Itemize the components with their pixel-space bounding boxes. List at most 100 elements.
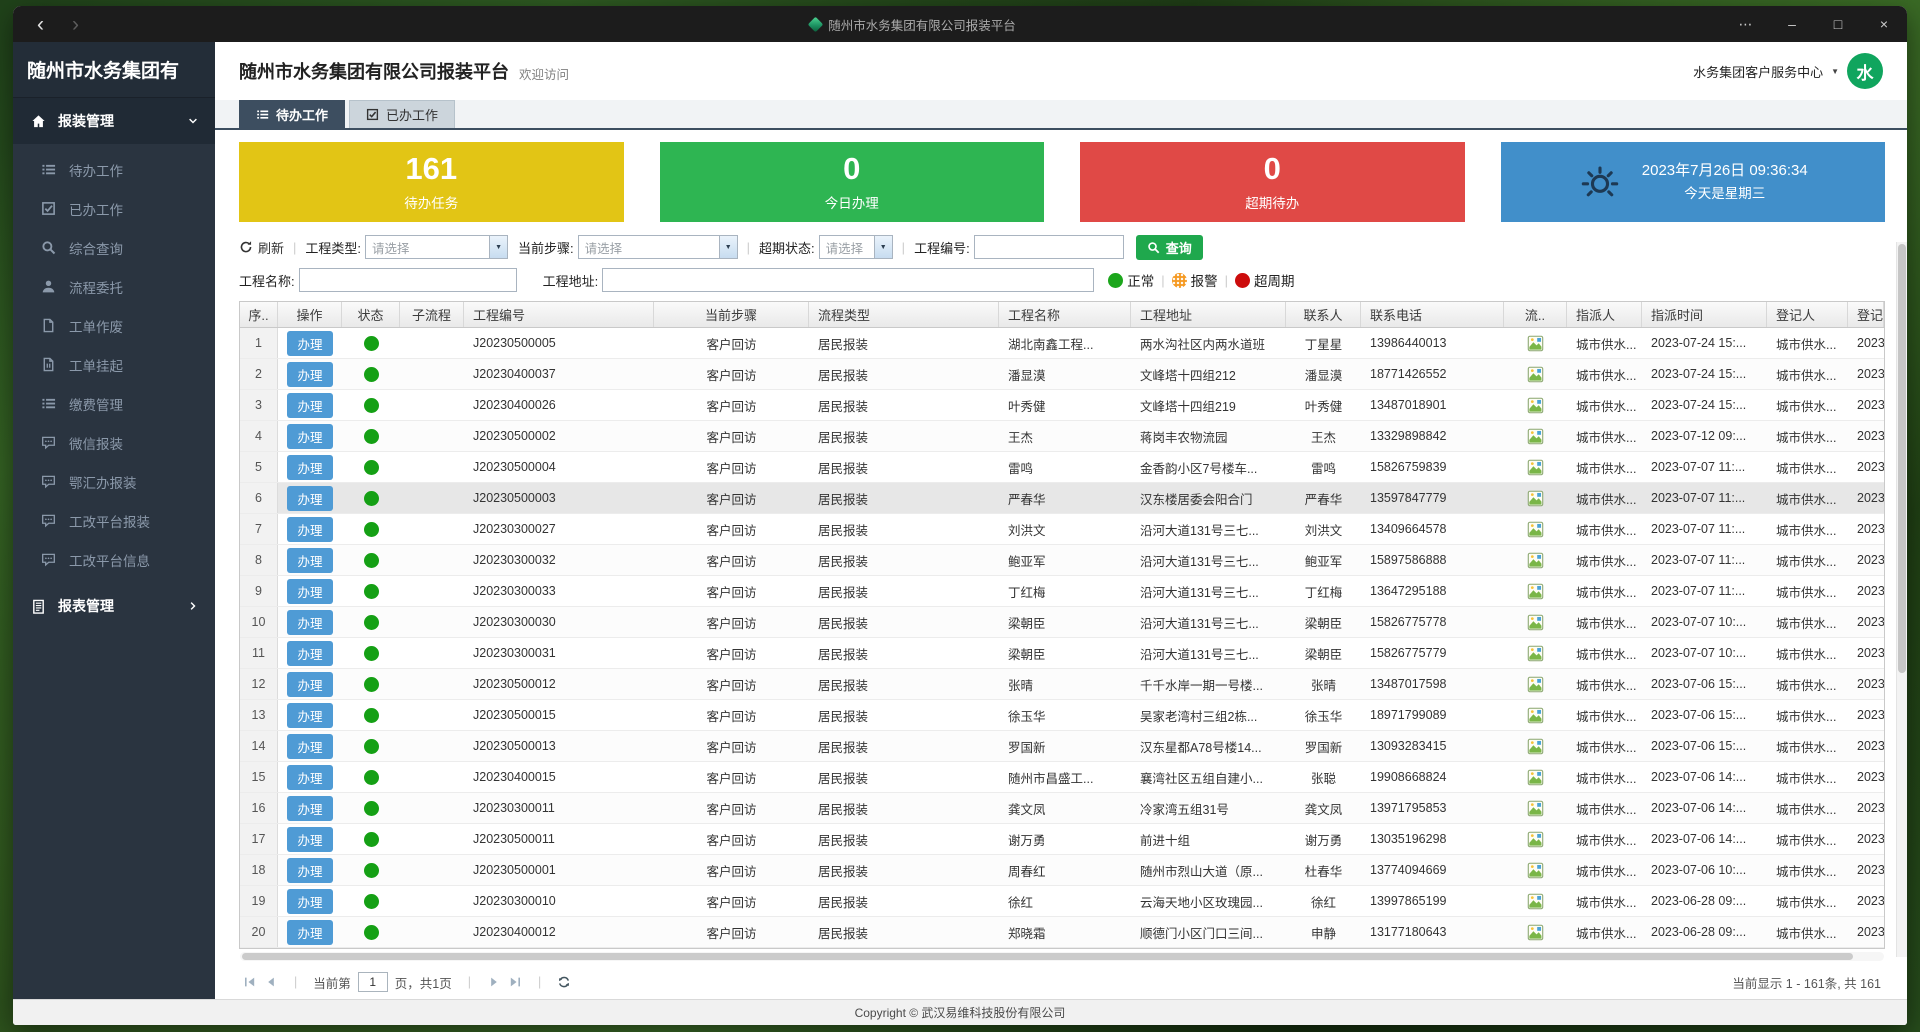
reload-icon[interactable]: [557, 975, 571, 989]
handle-button[interactable]: 办理: [287, 610, 332, 635]
column-header[interactable]: 流程类型: [809, 302, 999, 327]
sidebar-item-void-order[interactable]: 工单作废: [13, 306, 215, 345]
back-icon[interactable]: ‹: [37, 14, 44, 35]
flow-chart-icon[interactable]: [1527, 335, 1544, 352]
flow-chart-icon[interactable]: [1527, 521, 1544, 538]
flow-chart-icon[interactable]: [1527, 893, 1544, 910]
flow-chart-icon[interactable]: [1527, 645, 1544, 662]
column-header[interactable]: 当前步骤: [654, 302, 809, 327]
sidebar-item-ehuiban-install[interactable]: 鄂汇办报装: [13, 462, 215, 501]
column-header[interactable]: 工程编号: [464, 302, 654, 327]
flow-chart-icon[interactable]: [1527, 862, 1544, 879]
sidebar-item-gonggai-install[interactable]: 工改平台报装: [13, 501, 215, 540]
table-row[interactable]: 9办理J20230300033客户回访居民报装丁红梅沿河大道131号三七...丁…: [240, 576, 1884, 607]
handle-button[interactable]: 办理: [287, 362, 332, 387]
flow-chart-icon[interactable]: [1527, 397, 1544, 414]
sidebar-item-gonggai-info[interactable]: 工改平台信息: [13, 540, 215, 579]
table-row[interactable]: 8办理J20230300032客户回访居民报装鲍亚军沿河大道131号三七...鲍…: [240, 545, 1884, 576]
table-row[interactable]: 13办理J20230500015客户回访居民报装徐玉华吴家老湾村三组2栋...徐…: [240, 700, 1884, 731]
column-header[interactable]: 指派人: [1567, 302, 1642, 327]
table-row[interactable]: 12办理J20230500012客户回访居民报装张晴千千水岸一期一号楼...张晴…: [240, 669, 1884, 700]
flow-chart-icon[interactable]: [1527, 428, 1544, 445]
table-row[interactable]: 6办理J20230500003客户回访居民报装严春华汉东楼居委会阳合门严春华13…: [240, 483, 1884, 514]
sidebar-item-wechat-install[interactable]: 微信报装: [13, 423, 215, 462]
flow-chart-icon[interactable]: [1527, 459, 1544, 476]
stat-pending-tasks[interactable]: 161 待办任务: [239, 142, 624, 222]
avatar[interactable]: 水: [1847, 53, 1883, 89]
project-no-input[interactable]: [974, 235, 1124, 259]
flow-chart-icon[interactable]: [1527, 583, 1544, 600]
close-icon[interactable]: ×: [1861, 6, 1907, 42]
page-number-input[interactable]: [358, 972, 388, 992]
handle-button[interactable]: 办理: [287, 827, 332, 852]
column-header[interactable]: 工程名称: [999, 302, 1131, 327]
column-header[interactable]: 联系人: [1286, 302, 1361, 327]
project-name-input[interactable]: [299, 268, 517, 292]
scrollbar-thumb[interactable]: [1898, 244, 1906, 673]
stat-overdue-pending[interactable]: 0 超期待办: [1080, 142, 1465, 222]
column-header[interactable]: 登记人: [1767, 302, 1848, 327]
flow-chart-icon[interactable]: [1527, 614, 1544, 631]
column-header[interactable]: 子流程: [400, 302, 464, 327]
forward-icon[interactable]: ›: [72, 14, 79, 35]
table-row[interactable]: 2办理J20230400037客户回访居民报装潘显漠文峰塔十四组212潘显漠18…: [240, 359, 1884, 390]
column-header[interactable]: 操作: [278, 302, 342, 327]
current-step-select[interactable]: 请选择 ▼: [578, 235, 738, 259]
handle-button[interactable]: 办理: [287, 796, 332, 821]
handle-button[interactable]: 办理: [287, 517, 332, 542]
flow-chart-icon[interactable]: [1527, 676, 1544, 693]
flow-chart-icon[interactable]: [1527, 552, 1544, 569]
column-header[interactable]: 序..: [240, 302, 278, 327]
handle-button[interactable]: 办理: [287, 858, 332, 883]
sidebar-item-reports[interactable]: 报表管理: [13, 585, 215, 627]
column-header[interactable]: 工程地址: [1131, 302, 1286, 327]
flow-chart-icon[interactable]: [1527, 769, 1544, 786]
handle-button[interactable]: 办理: [287, 455, 332, 480]
table-row[interactable]: 20办理J20230400012客户回访居民报装郑晓霜顺德门小区门口三间...申…: [240, 917, 1884, 948]
table-row[interactable]: 19办理J20230300010客户回访居民报装徐红云海天地小区玫瑰园...徐红…: [240, 886, 1884, 917]
project-addr-input[interactable]: [602, 268, 1094, 292]
table-row[interactable]: 11办理J20230300031客户回访居民报装梁朝臣沿河大道131号三七...…: [240, 638, 1884, 669]
combo-arrow-icon[interactable]: ▼: [489, 236, 507, 258]
table-row[interactable]: 10办理J20230300030客户回访居民报装梁朝臣沿河大道131号三七...…: [240, 607, 1884, 638]
column-header[interactable]: 流..: [1504, 302, 1567, 327]
maximize-icon[interactable]: □: [1815, 6, 1861, 42]
combo-arrow-icon[interactable]: ▼: [719, 236, 737, 258]
flow-chart-icon[interactable]: [1527, 366, 1544, 383]
flow-chart-icon[interactable]: [1527, 490, 1544, 507]
handle-button[interactable]: 办理: [287, 393, 332, 418]
handle-button[interactable]: 办理: [287, 889, 332, 914]
flow-chart-icon[interactable]: [1527, 800, 1544, 817]
first-page-icon[interactable]: [243, 975, 257, 989]
handle-button[interactable]: 办理: [287, 424, 332, 449]
tab-pending-work[interactable]: 待办工作: [239, 100, 345, 128]
sidebar-item-inquiry[interactable]: 综合查询: [13, 228, 215, 267]
vertical-scrollbar[interactable]: [1896, 242, 1907, 957]
flow-chart-icon[interactable]: [1527, 924, 1544, 941]
table-row[interactable]: 7办理J20230300027客户回访居民报装刘洪文沿河大道131号三七...刘…: [240, 514, 1884, 545]
search-button[interactable]: 查询: [1136, 235, 1203, 260]
refresh-button[interactable]: 刷新: [239, 238, 284, 257]
table-row[interactable]: 1办理J20230500005客户回访居民报装湖北南鑫工程...两水沟社区内两水…: [240, 328, 1884, 359]
table-row[interactable]: 16办理J20230300011客户回访居民报装龚文凤冷家湾五组31号龚文凤13…: [240, 793, 1884, 824]
sidebar-item-payment[interactable]: 缴费管理: [13, 384, 215, 423]
column-header[interactable]: 指派时间: [1642, 302, 1767, 327]
sidebar-item-pending-work[interactable]: 待办工作: [13, 150, 215, 189]
combo-arrow-icon[interactable]: ▼: [874, 236, 892, 258]
sidebar-item-delegate[interactable]: 流程委托: [13, 267, 215, 306]
sidebar-item-done-work[interactable]: 已办工作: [13, 189, 215, 228]
handle-button[interactable]: 办理: [287, 672, 332, 697]
prev-page-icon[interactable]: [264, 975, 278, 989]
handle-button[interactable]: 办理: [287, 331, 332, 356]
handle-button[interactable]: 办理: [287, 579, 332, 604]
flow-chart-icon[interactable]: [1527, 707, 1544, 724]
overdue-state-select[interactable]: 请选择 ▼: [819, 235, 893, 259]
stat-today-handled[interactable]: 0 今日办理: [660, 142, 1045, 222]
window-menu-icon[interactable]: ⋯: [1723, 6, 1769, 42]
table-row[interactable]: 14办理J20230500013客户回访居民报装罗国新汉东星都A78号楼14..…: [240, 731, 1884, 762]
table-row[interactable]: 5办理J20230500004客户回访居民报装雷鸣金香韵小区7号楼车...雷鸣1…: [240, 452, 1884, 483]
handle-button[interactable]: 办理: [287, 765, 332, 790]
column-header[interactable]: 登记时间: [1848, 302, 1884, 327]
handle-button[interactable]: 办理: [287, 486, 332, 511]
scrollbar-thumb[interactable]: [242, 953, 1853, 960]
